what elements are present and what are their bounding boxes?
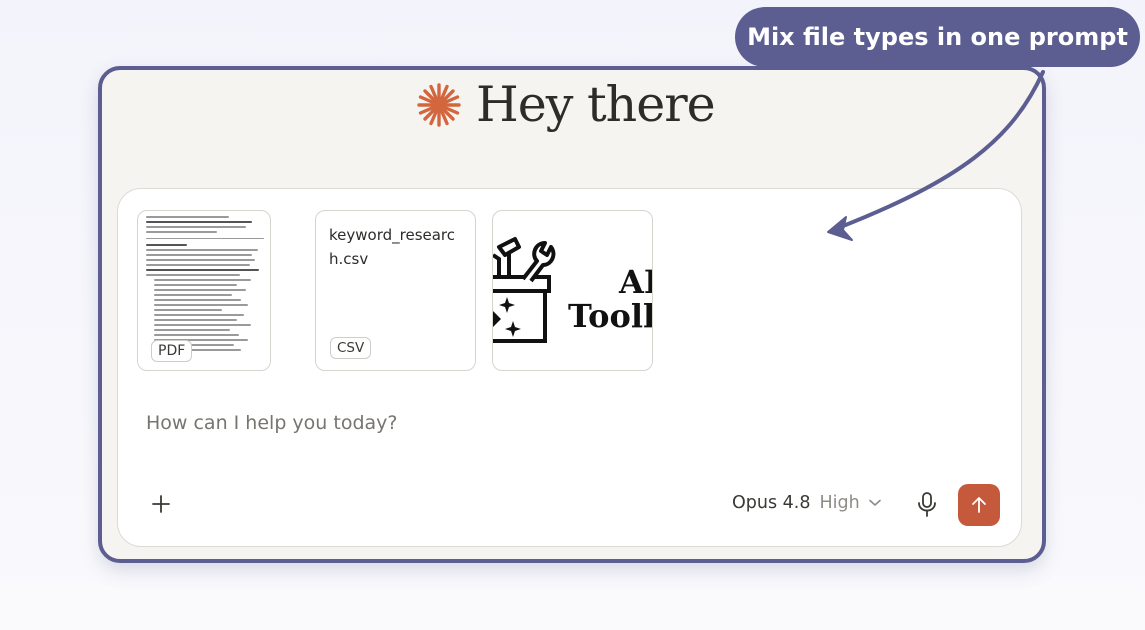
- greeting: Hey there: [416, 76, 716, 133]
- image-text-line1: AI: [618, 263, 653, 301]
- attachment-pdf[interactable]: PDF: [137, 210, 271, 371]
- chevron-down-icon: [868, 499, 881, 506]
- voice-input-button[interactable]: [916, 492, 938, 518]
- microphone-icon: [918, 492, 936, 517]
- greeting-title: Hey there: [476, 76, 716, 133]
- add-attachment-button[interactable]: [148, 491, 174, 517]
- attachment-image[interactable]: AI Tooll: [492, 210, 653, 371]
- attachment-csv[interactable]: keyword_research.csv CSV: [315, 210, 476, 371]
- send-button[interactable]: [958, 484, 1000, 526]
- effort-level: High: [819, 493, 860, 513]
- document-thumbnail: [146, 213, 264, 351]
- sparkle-icon: [417, 82, 461, 127]
- prompt-composer[interactable]: PDF keyword_research.csv CSV AI Tooll Ho…: [117, 188, 1022, 547]
- prompt-input[interactable]: How can I help you today?: [146, 412, 397, 434]
- arrow-up-icon: [972, 497, 986, 513]
- image-text-line2: Tooll: [568, 297, 653, 335]
- toolbox-image: AI Tooll: [493, 237, 653, 343]
- callout-text: Mix file types in one prompt: [747, 23, 1128, 51]
- plus-icon: [152, 495, 170, 513]
- model-selector[interactable]: Opus 4.8 High: [732, 493, 881, 513]
- model-name: Opus 4.8: [732, 493, 811, 513]
- callout-label: Mix file types in one prompt: [735, 7, 1140, 67]
- file-type-badge: PDF: [151, 340, 193, 362]
- file-name: keyword_research.csv: [329, 226, 456, 268]
- file-type-badge: CSV: [330, 337, 372, 359]
